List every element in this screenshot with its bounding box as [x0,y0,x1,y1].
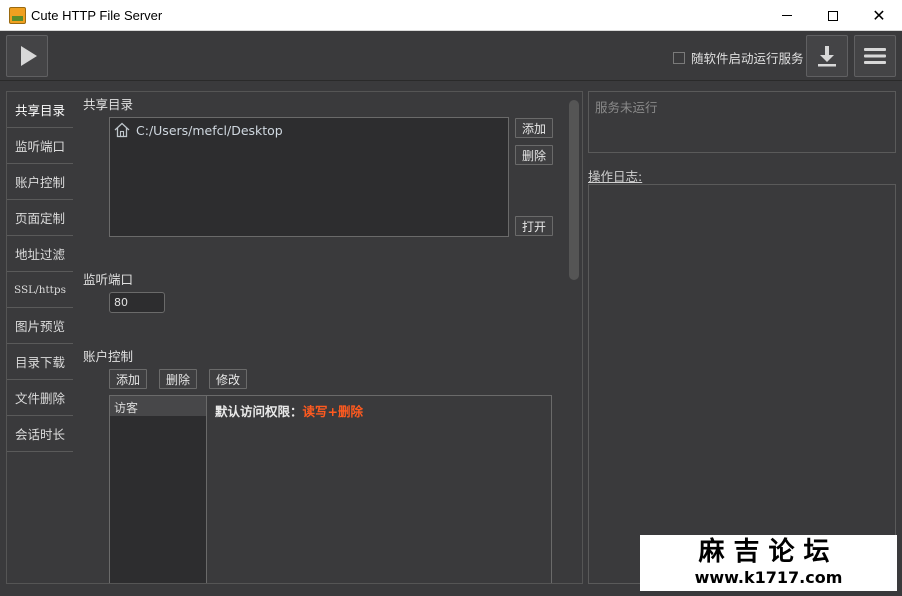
app-icon [9,7,26,24]
maximize-icon [828,10,838,21]
nav-item-image-preview[interactable]: 图片预览 [7,308,73,344]
autostart-option[interactable]: 随软件启动运行服务 [673,48,804,67]
delete-shared-dir-button[interactable]: 删除 [515,145,553,165]
nav-item-shared-dirs[interactable]: 共享目录 [7,92,73,128]
menu-button[interactable] [854,35,896,77]
default-permission-value: 读写+删除 [302,404,363,419]
play-icon [21,46,37,66]
close-icon: ✕ [872,5,886,25]
list-item[interactable]: 访客 [110,396,206,416]
autostart-checkbox[interactable] [673,51,685,64]
nav-item-page-custom[interactable]: 页面定制 [7,200,73,236]
watermark: 麻吉论坛 www.k1717.com [640,535,897,591]
settings-content: 共享目录 C:/Users/mefcl/Desktop 添加 删除 打开 监听端… [73,91,583,584]
maximize-button[interactable] [810,0,856,31]
add-shared-dir-button[interactable]: 添加 [515,118,553,138]
shared-dir-path: C:/Users/mefcl/Desktop [136,122,283,138]
delete-account-button[interactable]: 删除 [159,369,197,389]
watermark-title: 麻吉论坛 [698,537,839,567]
default-permission-label: 默认访问权限： [215,404,303,419]
shared-dirs-title: 共享目录 [83,97,134,112]
nav-item-session-duration[interactable]: 会话时长 [7,416,73,452]
close-button[interactable]: ✕ [856,0,902,31]
nav-item-ssl[interactable]: SSL/https [7,272,73,308]
nav-item-dir-download[interactable]: 目录下载 [7,344,73,380]
operation-log[interactable] [588,184,896,584]
nav-item-account-control[interactable]: 账户控制 [7,164,73,200]
account-control-title: 账户控制 [83,349,134,364]
port-input[interactable]: 80 [109,292,165,313]
account-list[interactable]: 访客 [110,396,207,583]
window-title: Cute HTTP File Server [31,8,163,23]
download-button[interactable] [806,35,848,77]
minimize-icon [782,15,792,16]
account-panel: 访客 默认访问权限：读写+删除 [109,395,552,583]
home-icon [114,122,130,138]
open-shared-dir-button[interactable]: 打开 [515,216,553,236]
edit-account-button[interactable]: 修改 [209,369,247,389]
autostart-label: 随软件启动运行服务 [691,51,804,66]
hamburger-menu-icon [864,48,886,64]
operation-log-label: 操作日志: [588,169,643,184]
start-server-button[interactable] [6,35,48,77]
download-icon [818,46,836,67]
watermark-url: www.k1717.com [694,568,843,587]
default-permission: 默认访问权限：读写+删除 [215,401,363,420]
nav-item-file-delete[interactable]: 文件删除 [7,380,73,416]
add-account-button[interactable]: 添加 [109,369,147,389]
shared-dirs-list[interactable]: C:/Users/mefcl/Desktop [109,117,509,237]
title-bar: Cute HTTP File Server ✕ [0,0,902,31]
toolbar: 随软件启动运行服务 [0,31,902,81]
list-item[interactable]: C:/Users/mefcl/Desktop [114,122,283,138]
settings-nav: 共享目录 监听端口 账户控制 页面定制 地址过滤 SSL/https 图片预览 … [6,91,74,584]
server-status: 服务未运行 [588,91,896,153]
content-scrollbar[interactable] [569,100,579,280]
minimize-button[interactable] [764,0,810,31]
listen-port-title: 监听端口 [83,272,134,287]
nav-item-listen-port[interactable]: 监听端口 [7,128,73,164]
nav-item-address-filter[interactable]: 地址过滤 [7,236,73,272]
server-status-text: 服务未运行 [595,100,658,115]
